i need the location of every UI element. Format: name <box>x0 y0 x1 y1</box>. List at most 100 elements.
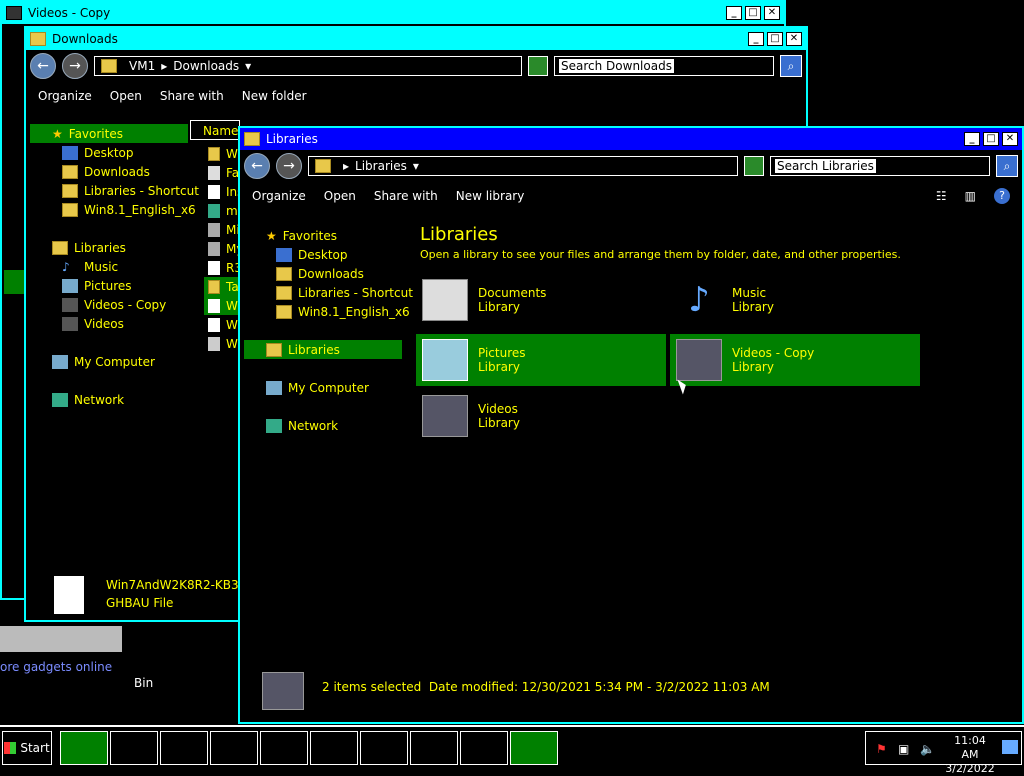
list-item[interactable]: My <box>204 239 243 258</box>
list-item[interactable]: Wi <box>204 296 241 315</box>
maximize-button[interactable]: □ <box>983 132 999 146</box>
minimize-button[interactable]: _ <box>964 132 980 146</box>
view-options-icon[interactable]: ☷ <box>936 189 947 203</box>
library-tile-pictures[interactable]: Pictures Library <box>416 334 666 386</box>
nav-favorites[interactable]: ★ Favorites <box>30 124 188 143</box>
nav-item[interactable]: Win8.1_English_x6 <box>30 200 196 219</box>
nav-libraries[interactable]: Libraries <box>30 238 188 257</box>
forward-arrow-icon[interactable]: → <box>276 153 302 179</box>
nav-item[interactable]: Libraries - Shortcut <box>30 181 199 200</box>
taskbar-paint-icon[interactable] <box>210 731 258 765</box>
list-item[interactable]: Wi <box>204 315 241 334</box>
list-item[interactable]: Ins <box>204 182 243 201</box>
clock[interactable]: 11:04 AM 3/2/2022 <box>944 734 996 776</box>
address-bar[interactable]: ▸ Libraries ▾ <box>308 156 738 176</box>
titlebar-videos-copy[interactable]: Videos - Copy _ □ ✕ <box>2 2 784 24</box>
taskbar-send-icon[interactable] <box>260 731 308 765</box>
address-bar[interactable]: VM1 ▸ Downloads ▾ <box>94 56 522 76</box>
back-arrow-icon[interactable]: ← <box>30 53 56 79</box>
breadcrumb-item[interactable]: Downloads <box>173 59 239 73</box>
nav-item[interactable]: Libraries - Shortcut <box>244 283 413 302</box>
taskbar-notes-icon[interactable] <box>460 731 508 765</box>
action-center-flag-icon[interactable]: ⚑ <box>876 742 887 756</box>
search-input[interactable]: Search Libraries <box>775 159 876 173</box>
list-item[interactable]: Wi <box>204 334 241 353</box>
breadcrumb-item[interactable]: VM1 <box>129 59 155 73</box>
nav-libraries[interactable]: Libraries <box>244 340 402 359</box>
refresh-icon[interactable] <box>744 156 764 176</box>
computer-icon <box>52 354 68 369</box>
list-item[interactable]: Wi <box>204 144 241 163</box>
share-with-button[interactable]: Share with <box>160 89 224 103</box>
chevron-down-icon[interactable]: ▾ <box>413 159 419 173</box>
search-box[interactable]: Search Downloads <box>554 56 774 76</box>
back-arrow-icon[interactable]: ← <box>244 153 270 179</box>
close-button[interactable]: ✕ <box>764 6 780 20</box>
chevron-down-icon[interactable]: ▾ <box>245 59 251 73</box>
start-button[interactable]: Start <box>2 731 52 765</box>
show-desktop-icon[interactable] <box>1002 740 1018 754</box>
close-button[interactable]: ✕ <box>786 32 802 46</box>
share-with-button[interactable]: Share with <box>374 189 438 203</box>
nav-favorites[interactable]: ★ Favorites <box>244 226 402 245</box>
taskbar-library-icon[interactable] <box>510 731 558 765</box>
taskbar-remote-desktop-icon[interactable] <box>310 731 358 765</box>
open-button[interactable]: Open <box>110 89 142 103</box>
nav-item[interactable]: Desktop <box>244 245 402 264</box>
computer-icon <box>266 380 282 395</box>
library-tile-videos-copy[interactable]: Videos - Copy Library <box>670 334 920 386</box>
nav-item[interactable]: Downloads <box>30 162 188 181</box>
organize-button[interactable]: Organize <box>38 89 92 103</box>
search-icon[interactable]: ⌕ <box>996 155 1018 177</box>
nav-item[interactable]: Downloads <box>244 264 402 283</box>
taskbar-media-player-icon[interactable] <box>110 731 158 765</box>
new-library-button[interactable]: New library <box>456 189 525 203</box>
network-status-icon[interactable]: ▣ <box>898 742 909 756</box>
organize-button[interactable]: Organize <box>252 189 306 203</box>
list-item[interactable]: me <box>204 201 245 220</box>
taskbar-calculator-icon[interactable] <box>410 731 458 765</box>
nav-network[interactable]: Network <box>244 416 402 435</box>
gadgets-online-link[interactable]: ore gadgets online <box>0 660 112 674</box>
library-icon <box>52 240 68 255</box>
nav-item[interactable]: Videos <box>30 314 188 333</box>
breadcrumb-item[interactable]: Libraries <box>355 159 407 173</box>
nav-item[interactable]: Videos - Copy <box>30 295 188 314</box>
search-box[interactable]: Search Libraries <box>770 156 990 176</box>
nav-item[interactable]: ♪ Music <box>30 257 188 276</box>
nav-my-computer[interactable]: My Computer <box>244 378 402 397</box>
taskbar-chrome-icon[interactable] <box>160 731 208 765</box>
search-icon[interactable]: ⌕ <box>780 55 802 77</box>
maximize-button[interactable]: □ <box>745 6 761 20</box>
list-item[interactable]: R3 <box>204 258 242 277</box>
library-tile-documents[interactable]: Documents Library <box>416 274 666 326</box>
titlebar-libraries[interactable]: Libraries _ □ ✕ <box>240 128 1022 150</box>
minimize-button[interactable]: _ <box>726 6 742 20</box>
refresh-icon[interactable] <box>528 56 548 76</box>
list-item[interactable]: Fa <box>204 163 240 182</box>
help-icon[interactable]: ? <box>994 188 1010 204</box>
minimize-button[interactable]: _ <box>748 32 764 46</box>
nav-item[interactable]: Win8.1_English_x6 <box>244 302 410 321</box>
nav-item[interactable]: Desktop <box>30 143 188 162</box>
nav-network[interactable]: Network <box>30 390 188 409</box>
taskbar-chart-app-icon[interactable] <box>360 731 408 765</box>
maximize-button[interactable]: □ <box>767 32 783 46</box>
nav-item[interactable]: Pictures <box>30 276 188 295</box>
nav-my-computer[interactable]: My Computer <box>30 352 188 371</box>
search-input[interactable]: Search Downloads <box>559 59 674 73</box>
column-header-name[interactable]: Name <box>190 120 240 140</box>
open-button[interactable]: Open <box>324 189 356 203</box>
list-item[interactable]: Mi <box>204 220 240 239</box>
list-item[interactable]: Ta <box>204 277 240 296</box>
taskbar-explorer-icon[interactable] <box>60 731 108 765</box>
toolbar: Organize Open Share with New library ☷ ▥… <box>240 182 1022 210</box>
titlebar-downloads[interactable]: Downloads _ □ ✕ <box>26 28 806 50</box>
library-tile-videos[interactable]: Videos Library <box>416 390 666 442</box>
new-folder-button[interactable]: New folder <box>242 89 307 103</box>
close-button[interactable]: ✕ <box>1002 132 1018 146</box>
forward-arrow-icon[interactable]: → <box>62 53 88 79</box>
preview-pane-icon[interactable]: ▥ <box>965 189 976 203</box>
library-tile-music[interactable]: ♪ Music Library <box>670 274 920 326</box>
volume-icon[interactable]: 🔈 <box>920 742 935 756</box>
